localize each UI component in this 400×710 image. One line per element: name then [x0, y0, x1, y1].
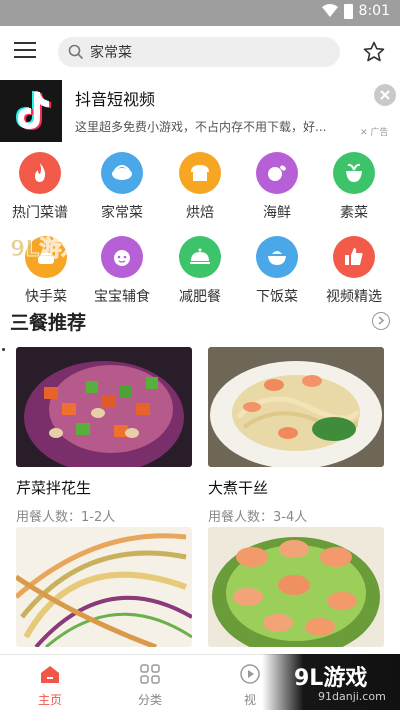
star-icon[interactable]: [362, 40, 386, 64]
ad-description: 这里超多免费小游戏，不占内存不用下载，好...: [75, 120, 327, 134]
brand-url: 91danji.com: [318, 690, 386, 703]
category-rice-dishes[interactable]: 下饭菜: [237, 232, 317, 306]
brand-logo: 9L游戏: [294, 666, 368, 691]
recipe-photo: [16, 347, 192, 467]
status-time: 8:01: [358, 3, 390, 19]
recipe-photo: [208, 527, 384, 647]
tiktok-logo-icon: [0, 80, 62, 142]
rice-bowl-icon: [256, 236, 298, 278]
battery-icon: [343, 3, 353, 19]
grid-icon: [140, 664, 160, 684]
recipe-servings: 用餐人数：3-4人: [208, 510, 308, 525]
ad-tag: ✕ 广告: [360, 128, 389, 138]
tab-categories[interactable]: 分类: [100, 655, 200, 710]
category-video-picks[interactable]: 视频精选: [314, 232, 394, 306]
serving-dish-icon: [179, 236, 221, 278]
category-vegetables[interactable]: 素菜: [314, 148, 394, 222]
category-label: 快手菜: [25, 289, 67, 305]
play-icon: [240, 664, 260, 684]
recipe-card[interactable]: 大煮干丝 用餐人数：3-4人: [208, 347, 384, 525]
category-label: 素菜: [340, 205, 368, 221]
bread-icon: [179, 152, 221, 194]
ad-title: 抖音短视频: [75, 90, 156, 109]
close-icon[interactable]: [374, 84, 396, 106]
ad-banner[interactable]: 抖音短视频 这里超多免费小游戏，不占内存不用下载，好... ✕ 广告: [0, 80, 400, 142]
category-home-cooking[interactable]: 家常菜: [82, 148, 162, 222]
category-label: 烘焙: [186, 205, 214, 221]
recipe-card[interactable]: [16, 527, 192, 657]
category-diet-meals[interactable]: 减肥餐: [160, 232, 240, 306]
category-label: 视频精选: [326, 289, 382, 305]
category-baking[interactable]: 烘焙: [160, 148, 240, 222]
section-title: 三餐推荐: [10, 312, 87, 334]
recipe-name: 大煮干丝: [208, 479, 269, 497]
search-input[interactable]: [90, 41, 330, 63]
brand-watermark: 9L游戏 91danji.com: [262, 654, 400, 710]
category-seafood[interactable]: 海鲜: [237, 148, 317, 222]
tab-label: 分类: [137, 693, 162, 707]
chevron-right-icon[interactable]: [372, 312, 390, 330]
seafood-icon: [256, 152, 298, 194]
watermark-logo: 9L游戏: [10, 236, 84, 263]
dish-icon: [101, 152, 143, 194]
vegetable-icon: [333, 152, 375, 194]
recipe-photo: [208, 347, 384, 467]
recipe-card[interactable]: [208, 527, 384, 657]
recipe-photo: [16, 527, 192, 647]
thumbs-up-icon: [333, 236, 375, 278]
wifi-icon: [321, 4, 338, 17]
recipe-name: 芹菜拌花生: [16, 479, 92, 497]
tab-home[interactable]: 主页: [0, 655, 100, 710]
tab-label: 主页: [37, 693, 62, 707]
category-label: 减肥餐: [179, 289, 221, 305]
category-label: 下饭菜: [256, 289, 298, 305]
flame-icon: [19, 152, 61, 194]
category-hot-recipes[interactable]: 热门菜谱: [0, 148, 80, 222]
category-label: 热门菜谱: [12, 205, 68, 221]
category-label: 海鲜: [263, 205, 291, 221]
status-bar: 8:01: [0, 0, 400, 26]
svg-text:9L游戏: 9L游戏: [10, 236, 83, 262]
search-box[interactable]: [58, 37, 340, 67]
home-icon: [41, 666, 59, 683]
category-label: 家常菜: [101, 205, 143, 221]
menu-icon[interactable]: [14, 42, 36, 62]
recipe-servings: 用餐人数：1-2人: [16, 510, 116, 525]
category-label: 宝宝辅食: [94, 289, 150, 305]
divider-dot: [2, 348, 5, 351]
search-icon: [68, 44, 84, 60]
top-bar: [0, 26, 400, 80]
recipe-card[interactable]: 芹菜拌花生 用餐人数：1-2人: [16, 347, 192, 525]
